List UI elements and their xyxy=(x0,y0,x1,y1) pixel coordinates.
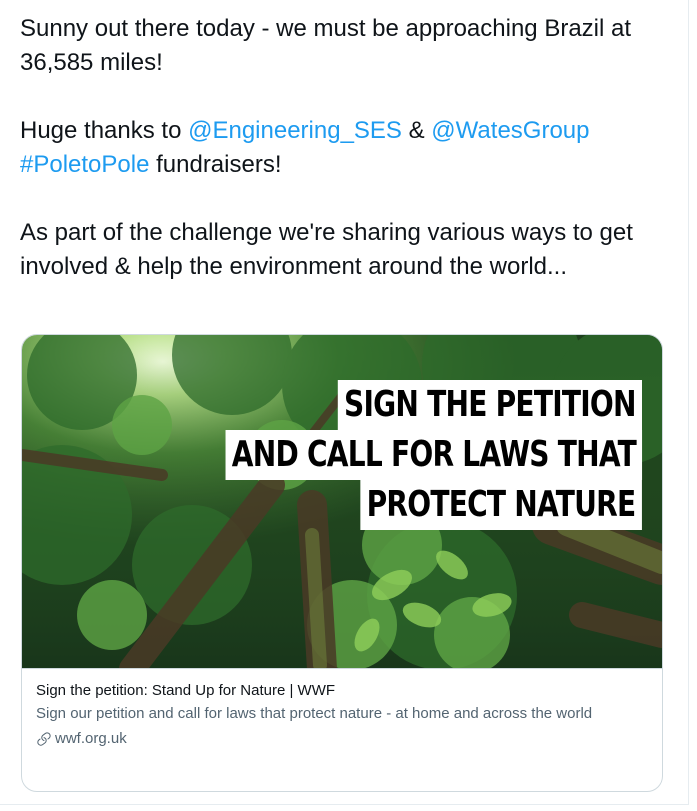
mention-wates-group[interactable]: @WatesGroup xyxy=(431,117,589,144)
mention-engineering-ses[interactable]: @Engineering_SES xyxy=(188,117,402,144)
card-domain-text: wwf.org.uk xyxy=(55,730,127,747)
card-image[interactable]: SIGN THE PETITION AND CALL FOR LAWS THAT… xyxy=(22,335,662,669)
thanks-prefix: Huge thanks to xyxy=(20,117,189,144)
card-title: Sign the petition: Stand Up for Nature |… xyxy=(36,682,336,699)
link-preview-card[interactable]: SIGN THE PETITION AND CALL FOR LAWS THAT… xyxy=(21,334,663,792)
tweet-paragraph-2: Huge thanks to @Engineering_SES & @Wates… xyxy=(20,114,675,182)
card-domain[interactable]: wwf.org.uk xyxy=(36,729,648,749)
tweet-paragraph-3: As part of the challenge we're sharing v… xyxy=(20,219,633,280)
link-icon xyxy=(37,732,51,746)
ampersand-text: & xyxy=(401,117,432,144)
headline-line-2: AND CALL FOR LAWS THAT xyxy=(225,430,642,480)
tweet-text: Sunny out there today - we must be appro… xyxy=(20,12,675,284)
headline-line-1: SIGN THE PETITION xyxy=(337,380,642,430)
headline-line-3: PROTECT NATURE xyxy=(360,480,642,530)
card-info[interactable]: Sign the petition: Stand Up for Nature |… xyxy=(22,669,662,761)
tweet-paragraph-1: Sunny out there today - we must be appro… xyxy=(20,15,632,76)
thanks-suffix: fundraisers! xyxy=(149,151,282,178)
card-description: Sign our petition and call for laws that… xyxy=(36,705,593,722)
hashtag-poletopole[interactable]: #PoletoPole xyxy=(20,151,149,178)
petition-headline: SIGN THE PETITION AND CALL FOR LAWS THAT… xyxy=(108,380,642,530)
